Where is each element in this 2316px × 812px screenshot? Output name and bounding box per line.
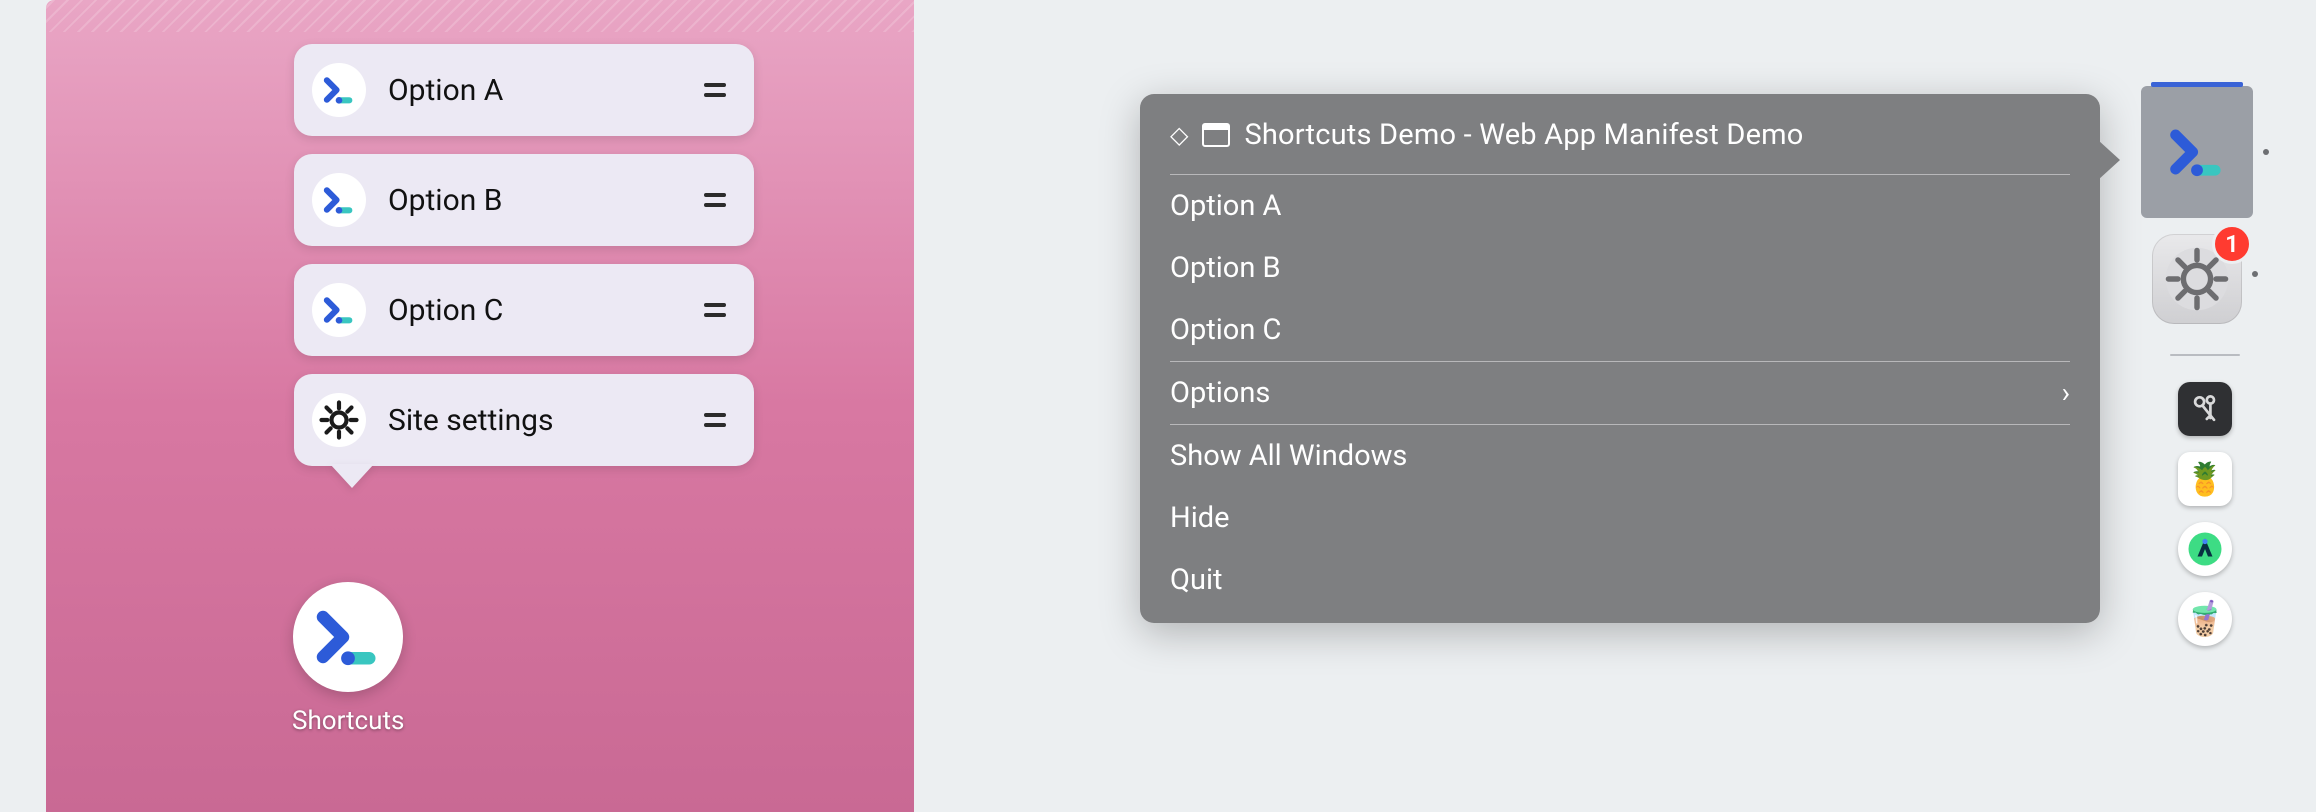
shortcuts-logo-icon (312, 283, 366, 337)
pineapple-icon: 🍍 (2185, 463, 2225, 495)
drag-handle-icon[interactable] (698, 293, 732, 327)
dock-app-keychain-access[interactable] (2178, 382, 2232, 436)
chevron-right-icon: › (2062, 379, 2070, 407)
dock-app-android-studio[interactable] (2178, 522, 2232, 576)
drag-handle-icon[interactable] (698, 183, 732, 217)
notification-badge: 1 (2212, 224, 2252, 264)
android-site-settings[interactable]: Site settings (294, 374, 754, 466)
drag-handle-icon[interactable] (698, 73, 732, 107)
dock-app-system-settings[interactable]: 1 (2152, 234, 2242, 324)
android-shortcut-option-b[interactable]: Option B (294, 154, 754, 246)
mac-shortcut-option-a[interactable]: Option A (1140, 175, 2100, 237)
dock-app-handbrake[interactable]: 🍍 (2178, 452, 2232, 506)
mac-quit[interactable]: Quit (1140, 549, 2100, 611)
mac-dock-context-menu: ◇ Shortcuts Demo - Web App Manifest Demo… (1140, 94, 2100, 623)
android-homescreen-wallpaper: Option A Option B Option C Site settings (46, 0, 914, 812)
mac-hide[interactable]: Hide (1140, 487, 2100, 549)
dock-app-shortcuts-demo[interactable] (2141, 86, 2253, 218)
android-shortcut-label: Option B (388, 183, 698, 218)
mac-shortcut-option-b[interactable]: Option B (1140, 237, 2100, 299)
mac-show-all-windows-label: Show All Windows (1170, 439, 1407, 473)
android-shortcut-option-a[interactable]: Option A (294, 44, 754, 136)
dock-divider (2170, 354, 2240, 356)
diamond-icon: ◇ (1170, 123, 1188, 147)
mac-show-all-windows[interactable]: Show All Windows (1140, 425, 2100, 487)
android-launcher-label: Shortcuts (292, 706, 404, 736)
popup-pointer (330, 464, 374, 488)
mac-menu-title: Shortcuts Demo - Web App Manifest Demo (1244, 118, 1803, 152)
android-shortcut-option-c[interactable]: Option C (294, 264, 754, 356)
mac-quit-label: Quit (1170, 563, 1222, 597)
mac-shortcut-label: Option B (1170, 251, 1281, 285)
mac-shortcut-label: Option C (1170, 313, 1281, 347)
drag-handle-icon[interactable] (698, 403, 732, 437)
shortcuts-logo-icon (312, 173, 366, 227)
mac-options-submenu[interactable]: Options › (1140, 362, 2100, 424)
shortcuts-logo-icon (293, 582, 403, 692)
gear-icon (312, 393, 366, 447)
dock-app-generic[interactable]: 🧋 (2178, 592, 2232, 646)
mac-menu-header[interactable]: ◇ Shortcuts Demo - Web App Manifest Demo (1140, 104, 2100, 174)
mac-dock: 1 🍍 🧋 (2140, 86, 2270, 726)
running-indicator-dot (2263, 149, 2269, 155)
mac-shortcut-label: Option A (1170, 189, 1281, 223)
android-launcher-app[interactable]: Shortcuts (292, 582, 404, 736)
mac-shortcut-option-c[interactable]: Option C (1140, 299, 2100, 361)
drink-icon: 🧋 (2184, 602, 2226, 636)
running-indicator-dot (2252, 271, 2258, 277)
shortcuts-logo-icon (312, 63, 366, 117)
window-icon (1202, 123, 1230, 147)
android-shortcut-label: Option A (388, 73, 698, 108)
android-shortcuts-popup: Option A Option B Option C Site settings (294, 44, 754, 466)
android-site-settings-label: Site settings (388, 403, 698, 438)
android-shortcut-label: Option C (388, 293, 698, 328)
mac-hide-label: Hide (1170, 501, 1229, 535)
mac-options-label: Options (1170, 376, 1270, 410)
